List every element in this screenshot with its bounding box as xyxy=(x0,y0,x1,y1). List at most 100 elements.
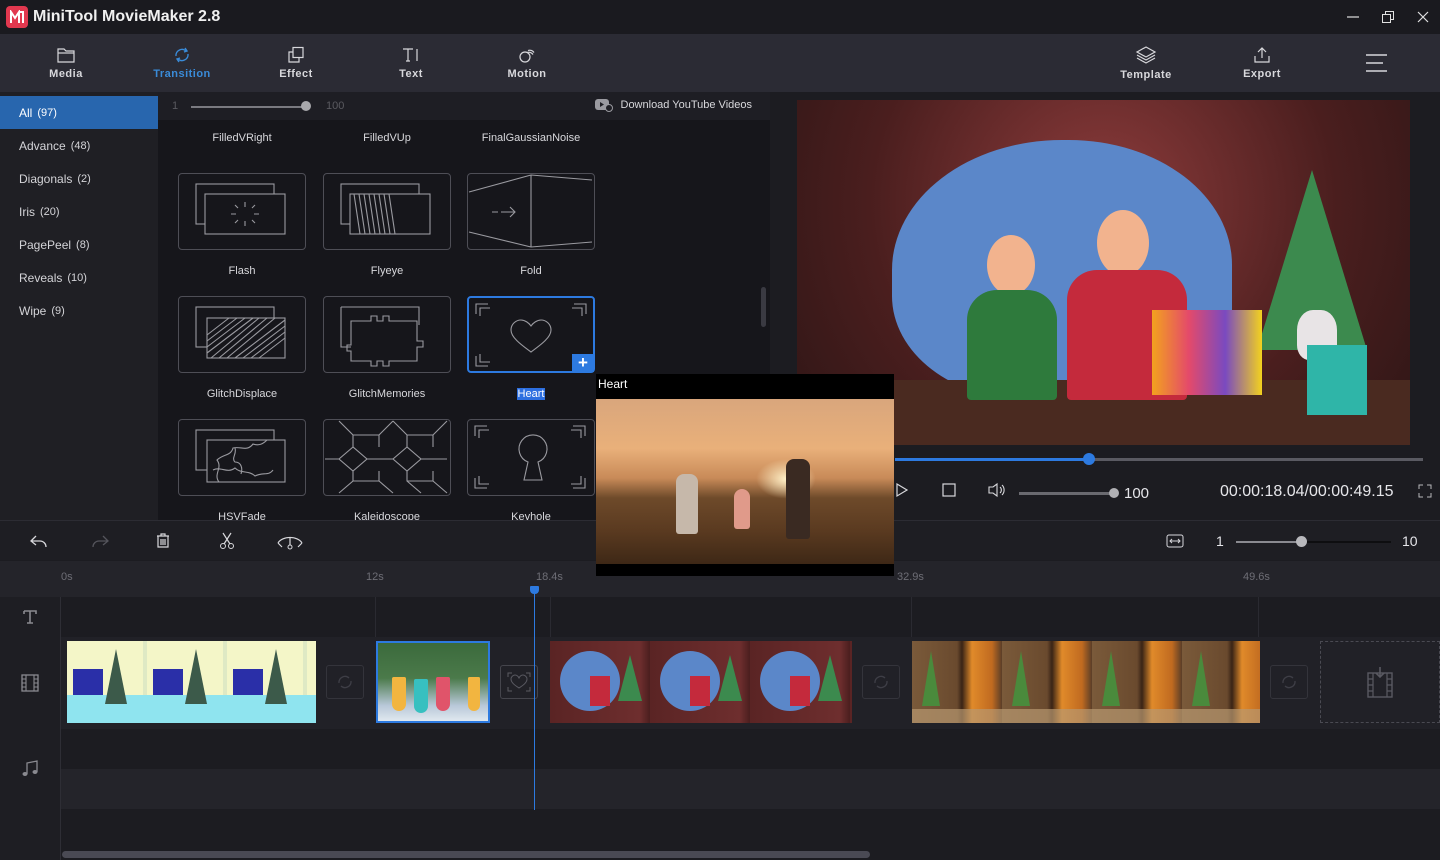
stop-button[interactable] xyxy=(941,482,957,498)
category-pagepeel[interactable]: PagePeel (8) xyxy=(0,228,158,261)
play-button[interactable] xyxy=(895,482,909,498)
timecode: 00:00:18.04/00:00:49.15 xyxy=(1220,483,1394,500)
transition-flash[interactable]: Flash xyxy=(178,173,306,279)
transition-slot-4[interactable] xyxy=(1270,665,1308,699)
transition-icon xyxy=(874,675,888,689)
add-transition-button[interactable]: + xyxy=(572,354,594,372)
transition-keyhole[interactable]: Keyhole xyxy=(467,419,595,520)
transition-label: HSVFade xyxy=(218,511,266,520)
menu-button[interactable] xyxy=(1364,52,1390,74)
tab-media-label: Media xyxy=(49,68,83,80)
split-button[interactable] xyxy=(215,531,239,551)
thumb xyxy=(323,419,451,496)
hsvfade-transition-icon xyxy=(195,429,286,483)
fit-timeline-button[interactable] xyxy=(1163,531,1187,551)
youtube-download-icon xyxy=(594,99,613,112)
close-button[interactable] xyxy=(1405,0,1440,34)
text-icon xyxy=(403,48,418,62)
category-count: (9) xyxy=(51,304,65,317)
zoom-handle[interactable] xyxy=(1296,536,1308,547)
tab-effect[interactable]: Effect xyxy=(251,34,341,92)
speed-button[interactable] xyxy=(275,531,305,551)
tab-motion-label: Motion xyxy=(507,68,547,80)
transition-glitchmemories[interactable]: GlitchMemories xyxy=(323,296,451,402)
transition-slot-3[interactable] xyxy=(862,665,900,699)
title-bar: MiniTool MovieMaker 2.8 xyxy=(0,0,1440,34)
heart-transition-icon xyxy=(507,672,531,692)
transition-label: Kaleidoscope xyxy=(353,511,421,520)
music-track-icon xyxy=(22,760,38,776)
tab-motion[interactable]: Motion xyxy=(482,34,572,92)
export-button[interactable]: Export xyxy=(1217,34,1307,92)
media-drop-zone[interactable] xyxy=(1320,641,1440,723)
ruler-tick: 0s xyxy=(61,571,73,583)
seek-bar[interactable] xyxy=(895,453,1423,465)
seek-handle[interactable] xyxy=(1082,453,1095,465)
audio-track[interactable] xyxy=(61,729,1440,769)
clip-christmas-family[interactable] xyxy=(550,641,852,723)
minimize-button[interactable] xyxy=(1335,0,1370,34)
gridline xyxy=(550,597,551,637)
transition-label: Fold xyxy=(520,265,542,277)
transition-slot-1[interactable] xyxy=(326,665,364,699)
film-track-icon xyxy=(21,674,39,692)
playhead[interactable] xyxy=(534,590,535,810)
audio-track-lane[interactable] xyxy=(61,769,1440,809)
transition-label: Heart xyxy=(516,388,546,400)
redo-button[interactable] xyxy=(88,531,112,551)
transition-slot-2-heart[interactable] xyxy=(500,665,538,699)
track-divider xyxy=(60,597,61,860)
transition-heart[interactable]: + Heart xyxy=(467,296,595,402)
gridline xyxy=(1258,597,1259,637)
timeline-zoom-slider[interactable] xyxy=(1236,536,1391,547)
category-iris[interactable]: Iris (20) xyxy=(0,195,158,228)
scissors-icon xyxy=(220,532,234,549)
template-label: Template xyxy=(1120,69,1172,81)
download-youtube-label: Download YouTube Videos xyxy=(620,99,753,111)
thumb-scale-slider[interactable] xyxy=(191,106,306,108)
clip-winter-village[interactable] xyxy=(67,641,316,723)
transition-glitchdisplace[interactable]: GlitchDisplace xyxy=(178,296,306,402)
text-track[interactable] xyxy=(61,597,1440,637)
tab-transition[interactable]: Transition xyxy=(137,34,227,92)
transition-icon xyxy=(338,675,352,689)
volume-button[interactable] xyxy=(987,482,1007,498)
template-button[interactable]: Template xyxy=(1101,34,1191,92)
thumb-scale-knob[interactable] xyxy=(301,101,311,111)
tab-transition-label: Transition xyxy=(153,68,211,80)
zoom-fill xyxy=(1236,541,1302,543)
thumb xyxy=(323,296,451,373)
timeline-horizontal-scrollbar[interactable] xyxy=(62,851,870,858)
restore-button[interactable] xyxy=(1370,0,1405,34)
delete-button[interactable] xyxy=(151,531,175,551)
track-header-empty xyxy=(0,809,60,860)
clip-stockings-selected[interactable] xyxy=(376,641,490,723)
download-youtube-link[interactable]: Download YouTube Videos xyxy=(594,98,753,112)
add-media-icon xyxy=(1367,667,1393,698)
tab-media[interactable]: Media xyxy=(21,34,111,92)
volume-slider[interactable] xyxy=(1019,488,1119,498)
clip-fireplace[interactable] xyxy=(912,641,1260,723)
category-advance[interactable]: Advance (48) xyxy=(0,129,158,162)
transition-icon xyxy=(1282,675,1296,689)
fullscreen-button[interactable] xyxy=(1418,484,1432,498)
category-wipe[interactable]: Wipe (9) xyxy=(0,294,158,327)
seek-progress xyxy=(895,458,1089,461)
undo-button[interactable] xyxy=(27,531,51,551)
library-scrollbar[interactable] xyxy=(761,287,766,327)
app-logo-icon xyxy=(6,6,28,28)
category-all[interactable]: All (97) xyxy=(0,96,158,129)
category-reveals[interactable]: Reveals (10) xyxy=(0,261,158,294)
transition-flyeye[interactable]: Flyeye xyxy=(323,173,451,279)
category-count: (2) xyxy=(77,172,91,185)
volume-handle[interactable] xyxy=(1109,488,1119,498)
transition-hsvfade[interactable]: HSVFade xyxy=(178,419,306,520)
tab-text[interactable]: Text xyxy=(366,34,456,92)
zoom-max-label: 10 xyxy=(1402,533,1418,549)
kaleidoscope-transition-icon xyxy=(325,420,448,494)
transition-label: FilledVUp xyxy=(363,132,411,144)
transition-kaleidoscope[interactable]: Kaleidoscope xyxy=(323,419,451,520)
transition-fold[interactable]: Fold xyxy=(467,173,595,279)
category-diagonals[interactable]: Diagonals (2) xyxy=(0,162,158,195)
transition-label: FilledVRight xyxy=(212,132,272,144)
